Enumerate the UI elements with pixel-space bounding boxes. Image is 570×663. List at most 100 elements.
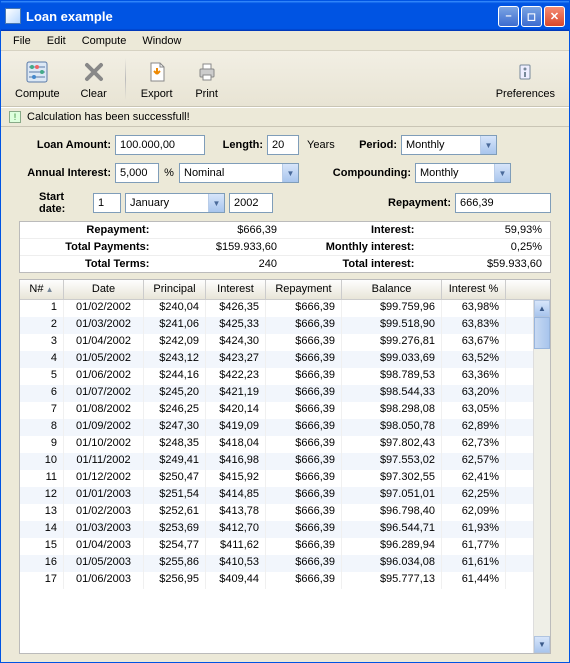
cell-principal: $248,35	[144, 436, 206, 453]
cell-n: 16	[20, 555, 64, 572]
cell-interest-pct: 62,73%	[442, 436, 506, 453]
cell-balance: $97.802,43	[342, 436, 442, 453]
cell-balance: $95.777,13	[342, 572, 442, 589]
preferences-button[interactable]: Preferences	[490, 56, 561, 102]
cell-interest-pct: 62,09%	[442, 504, 506, 521]
cell-date: 01/10/2002	[64, 436, 144, 453]
table-row[interactable]: 901/10/2002$248,35$418,04$666,39$97.802,…	[20, 436, 533, 453]
cell-date: 01/05/2003	[64, 555, 144, 572]
print-button[interactable]: Print	[185, 56, 229, 102]
cell-repayment: $666,39	[266, 368, 342, 385]
clear-button[interactable]: Clear	[72, 56, 116, 102]
close-button[interactable]: ✕	[544, 6, 565, 27]
compute-button[interactable]: Compute	[9, 56, 66, 102]
col-balance[interactable]: Balance	[342, 280, 442, 299]
cell-interest: $409,44	[206, 572, 266, 589]
period-select[interactable]	[401, 135, 497, 155]
cell-n: 11	[20, 470, 64, 487]
table-row[interactable]: 1401/03/2003$253,69$412,70$666,39$96.544…	[20, 521, 533, 538]
scroll-down-button[interactable]: ▼	[534, 636, 550, 653]
length-input[interactable]	[267, 135, 299, 155]
cell-interest: $420,14	[206, 402, 266, 419]
col-repayment[interactable]: Repayment	[266, 280, 342, 299]
cell-principal: $253,69	[144, 521, 206, 538]
table-row[interactable]: 801/09/2002$247,30$419,09$666,39$98.050,…	[20, 419, 533, 436]
cell-principal: $249,41	[144, 453, 206, 470]
table-row[interactable]: 701/08/2002$246,25$420,14$666,39$98.298,…	[20, 402, 533, 419]
compounding-select[interactable]	[415, 163, 511, 183]
export-button[interactable]: Export	[135, 56, 179, 102]
cell-repayment: $666,39	[266, 317, 342, 334]
table-row[interactable]: 1201/01/2003$251,54$414,85$666,39$97.051…	[20, 487, 533, 504]
cell-n: 5	[20, 368, 64, 385]
cell-balance: $96.289,94	[342, 538, 442, 555]
clear-label: Clear	[80, 88, 106, 100]
menu-window[interactable]: Window	[134, 33, 189, 49]
titlebar[interactable]: Loan example – ◻ ✕	[1, 1, 569, 31]
cell-interest: $418,04	[206, 436, 266, 453]
cell-interest: $415,92	[206, 470, 266, 487]
table-row[interactable]: 501/06/2002$244,16$422,23$666,39$98.789,…	[20, 368, 533, 385]
table-row[interactable]: 201/03/2002$241,06$425,33$666,39$99.518,…	[20, 317, 533, 334]
minimize-button[interactable]: –	[498, 6, 519, 27]
table-row[interactable]: 1601/05/2003$255,86$410,53$666,39$96.034…	[20, 555, 533, 572]
table-row[interactable]: 1301/02/2003$252,61$413,78$666,39$96.798…	[20, 504, 533, 521]
cell-interest-pct: 61,61%	[442, 555, 506, 572]
table-row[interactable]: 301/04/2002$242,09$424,30$666,39$99.276,…	[20, 334, 533, 351]
annual-interest-input[interactable]	[115, 163, 159, 183]
cell-balance: $99.518,90	[342, 317, 442, 334]
cell-principal: $252,61	[144, 504, 206, 521]
cell-interest-pct: 63,20%	[442, 385, 506, 402]
table-row[interactable]: 401/05/2002$243,12$423,27$666,39$99.033,…	[20, 351, 533, 368]
cell-repayment: $666,39	[266, 453, 342, 470]
status-bar: ! Calculation has been successfull!	[1, 107, 569, 127]
menu-compute[interactable]: Compute	[74, 33, 135, 49]
cell-date: 01/07/2002	[64, 385, 144, 402]
cell-repayment: $666,39	[266, 555, 342, 572]
repayment-input[interactable]	[455, 193, 551, 213]
table-row[interactable]: 101/02/2002$240,04$426,35$666,39$99.759,…	[20, 300, 533, 317]
sum-interest-label: Interest:	[285, 222, 422, 238]
interest-type-select[interactable]	[179, 163, 299, 183]
form-area: Loan Amount: Length: Years Period: ▼ Ann…	[1, 127, 569, 221]
col-date[interactable]: Date	[64, 280, 144, 299]
amortization-table: N# Date Principal Interest Repayment Bal…	[19, 279, 551, 654]
cell-interest-pct: 61,93%	[442, 521, 506, 538]
cell-balance: $98.298,08	[342, 402, 442, 419]
menu-edit[interactable]: Edit	[39, 33, 74, 49]
table-row[interactable]: 1101/12/2002$250,47$415,92$666,39$97.302…	[20, 470, 533, 487]
table-row[interactable]: 1001/11/2002$249,41$416,98$666,39$97.553…	[20, 453, 533, 470]
cell-date: 01/04/2002	[64, 334, 144, 351]
cell-repayment: $666,39	[266, 572, 342, 589]
col-interest[interactable]: Interest	[206, 280, 266, 299]
table-body: 101/02/2002$240,04$426,35$666,39$99.759,…	[20, 300, 550, 653]
maximize-button[interactable]: ◻	[521, 6, 542, 27]
cell-balance: $96.544,71	[342, 521, 442, 538]
cell-interest-pct: 63,05%	[442, 402, 506, 419]
cell-balance: $99.033,69	[342, 351, 442, 368]
cell-balance: $97.553,02	[342, 453, 442, 470]
start-year-input[interactable]	[229, 193, 273, 213]
loan-amount-input[interactable]	[115, 135, 205, 155]
status-message: Calculation has been successfull!	[27, 111, 190, 123]
cell-repayment: $666,39	[266, 487, 342, 504]
start-month-select[interactable]	[125, 193, 225, 213]
cell-principal: $250,47	[144, 470, 206, 487]
cell-interest-pct: 63,52%	[442, 351, 506, 368]
col-interest-pct[interactable]: Interest %	[442, 280, 506, 299]
start-day-input[interactable]	[93, 193, 121, 213]
vertical-scrollbar[interactable]: ▲ ▼	[533, 300, 550, 653]
cell-repayment: $666,39	[266, 300, 342, 317]
table-row[interactable]: 1701/06/2003$256,95$409,44$666,39$95.777…	[20, 572, 533, 589]
scroll-track[interactable]	[534, 349, 550, 636]
scroll-up-button[interactable]: ▲	[534, 300, 550, 317]
col-spacer	[506, 280, 550, 299]
cell-n: 13	[20, 504, 64, 521]
table-row[interactable]: 601/07/2002$245,20$421,19$666,39$98.544,…	[20, 385, 533, 402]
cell-interest: $421,19	[206, 385, 266, 402]
table-row[interactable]: 1501/04/2003$254,77$411,62$666,39$96.289…	[20, 538, 533, 555]
col-n[interactable]: N#	[20, 280, 64, 299]
col-principal[interactable]: Principal	[144, 280, 206, 299]
scroll-thumb[interactable]	[534, 317, 550, 349]
menu-file[interactable]: File	[5, 33, 39, 49]
